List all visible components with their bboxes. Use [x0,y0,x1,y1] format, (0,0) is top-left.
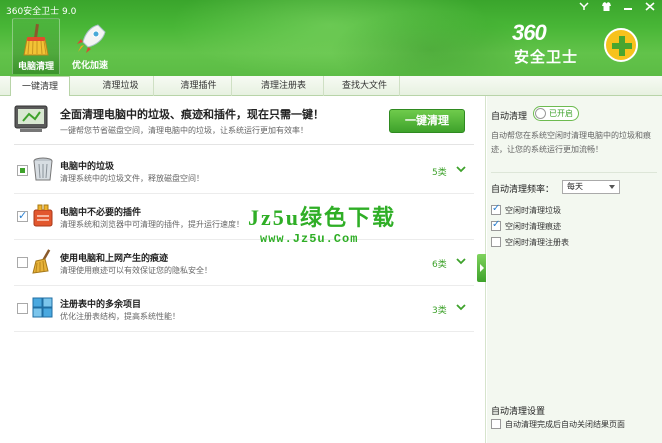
minimize-icon[interactable] [622,2,634,14]
logo-text-name: 安全卫士 [514,48,579,66]
checkbox[interactable] [491,237,501,247]
trash-can-icon [33,157,53,181]
item-count: 6类 [432,260,447,270]
option-auto-close-result[interactable]: 自动清理完成后自动关闭结果页面 [491,418,651,430]
logo-text-360: 360 [512,20,547,45]
close-icon[interactable] [644,2,656,14]
item-title: 电脑中不必要的插件 [60,208,142,218]
chevron-down-icon[interactable] [456,164,466,174]
checkbox[interactable] [491,203,501,215]
computer-clean-icon [14,105,48,132]
item-checkbox[interactable] [17,165,28,176]
watermark-url: www.Jz5u.Com [260,232,359,246]
app-title: 360安全卫士 9.0 [6,7,77,17]
option-clean-traces[interactable]: 空闲时清理痕迹 [491,219,651,232]
brand-logo: 360 安全卫士 [512,20,638,70]
divider [14,331,474,332]
item-count: 3类 [432,306,447,316]
auto-clean-label: 自动清理 [491,112,528,122]
item-title: 注册表中的多余项目 [60,300,142,310]
plus-logo-icon [604,28,638,62]
option-clean-junk[interactable]: 空闲时清理垃圾 [491,203,651,216]
chevron-down-icon[interactable] [456,302,466,312]
window-controls [578,2,656,14]
option-clean-registry[interactable]: 空闲时清理注册表 [491,236,651,248]
checkbox[interactable] [491,219,501,231]
nav-label: 电脑清理 [17,62,54,72]
auto-clean-description: 自动帮您在系统空闲时清理电脑中的垃圾和痕迹，让您的系统运行更加流畅！ [491,131,651,154]
broom-icon [23,23,49,56]
item-checkbox[interactable] [17,257,28,268]
item-description: 优化注册表结构，提高系统性能！ [60,312,180,321]
list-item: 使用电脑和上网产生的痕迹 清理使用痕迹可以有效保证您的隐私安全！ 6类 [0,240,486,286]
toggle-state: 已开启 [549,109,573,118]
item-description: 清理使用痕迹可以有效保证您的隐私安全！ [60,266,212,275]
hero-description: 一键帮您节省磁盘空间，清理电脑中的垃圾，让系统运行更加有效率！ [60,126,308,135]
rocket-icon [77,24,106,53]
nav-optimize[interactable]: 优化加速 [66,18,114,74]
tab-clean-registry[interactable]: 清理注册表 [244,76,324,96]
divider [14,144,474,145]
broom-icon [32,249,51,274]
auto-clean-panel: 自动清理 已开启 自动帮您在系统空闲时清理电脑中的垃圾和痕迹，让您的系统运行更加… [487,96,662,443]
item-description: 清理系统和浏览器中可清理的插件，提升运行速度！ [60,220,244,229]
item-checkbox[interactable] [17,209,28,222]
chevron-down-icon[interactable] [456,256,466,266]
nav-computer-clean[interactable]: 电脑清理 [12,18,60,74]
settings-label: 自动清理设置 [491,407,546,417]
option-label: 空闲时清理注册表 [505,238,569,247]
registry-cubes-icon [32,297,53,318]
option-label: 空闲时清理垃圾 [505,206,561,215]
option-label: 空闲时清理痕迹 [505,222,561,231]
hero-title: 全面清理电脑中的垃圾、痕迹和插件，现在只需一键！ [60,108,324,121]
item-title: 使用电脑和上网产生的痕迹 [60,254,169,264]
item-description: 清理系统中的垃圾文件，释放磁盘空间！ [60,174,204,183]
tab-clean-plugins[interactable]: 清理插件 [166,76,232,96]
divider [491,172,657,173]
tab-one-click-clean[interactable]: 一键清理 [10,76,70,97]
title-bar: 360安全卫士 9.0 电脑清理 优化加速 360 安全卫士 [0,0,662,76]
nav-label: 优化加速 [71,61,108,71]
list-item: 注册表中的多余项目 优化注册表结构，提高系统性能！ 3类 [0,286,486,332]
watermark-text: Jz5u绿色下载 [248,205,397,230]
list-item: 电脑中的垃圾 清理系统中的垃圾文件，释放磁盘空间！ 5类 [0,148,486,194]
menu-icon[interactable] [578,2,590,14]
toggle-knob [535,108,546,119]
item-title: 电脑中的垃圾 [60,162,115,172]
frequency-select[interactable]: 每天 [562,180,620,194]
skin-icon[interactable] [600,2,612,14]
side-panel-toggle-handle[interactable] [477,254,486,282]
one-click-clean-button[interactable]: 一键清理 [389,109,465,133]
item-checkbox[interactable] [17,303,28,314]
list-item: 电脑中不必要的插件 清理系统和浏览器中可清理的插件，提升运行速度！ [0,194,486,240]
frequency-label: 自动清理频率： [491,185,555,195]
main-panel: 全面清理电脑中的垃圾、痕迹和插件，现在只需一键！ 一键帮您节省磁盘空间，清理电脑… [0,96,486,443]
tab-bar: 一键清理 清理垃圾 清理插件 清理注册表 查找大文件 [0,76,662,97]
item-count: 5类 [432,168,447,178]
auto-clean-toggle[interactable]: 已开启 [533,106,579,121]
checkbox[interactable] [491,419,501,429]
tab-find-large-files[interactable]: 查找大文件 [330,76,400,96]
option-label: 自动清理完成后自动关闭结果页面 [505,420,625,429]
tab-clean-junk[interactable]: 清理垃圾 [88,76,154,96]
plugin-icon [33,204,53,227]
